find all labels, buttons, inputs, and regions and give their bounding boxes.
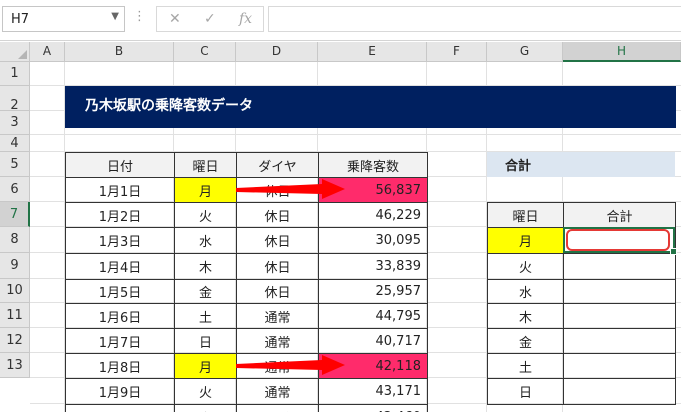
arrow-row12	[236, 355, 345, 375]
arrow-row5	[236, 179, 345, 199]
annotation-arrows	[236, 179, 345, 375]
